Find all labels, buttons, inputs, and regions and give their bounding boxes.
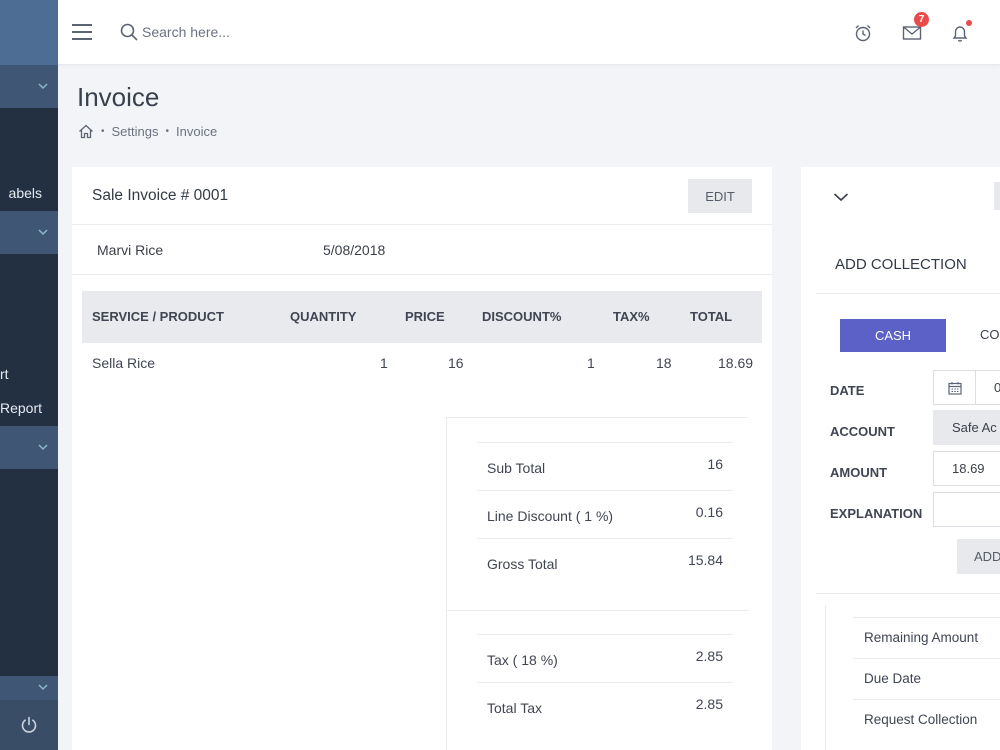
- subtotal-row: Sub Total 16: [477, 442, 733, 490]
- subtotal-value: 16: [707, 456, 723, 472]
- total-tax-row: Total Tax 2.85: [477, 682, 733, 730]
- sidebar: abels rt Report: [0, 0, 58, 750]
- power-button[interactable]: [0, 700, 58, 750]
- tab-cash[interactable]: CASH: [840, 319, 946, 352]
- total-tax-value: 2.85: [695, 696, 723, 712]
- collection-card: ADD COLLECTION CASH CO DATE 0 ACCOUNT Sa…: [801, 167, 1000, 750]
- sidebar-group-4[interactable]: [0, 676, 58, 700]
- account-value: Safe Ac: [952, 420, 997, 435]
- chevron-down-icon: [38, 228, 48, 235]
- remaining-amount-label: Remaining Amount: [864, 630, 979, 645]
- sidebar-group-3[interactable]: [0, 426, 58, 469]
- gross-total-row: Gross Total 15.84: [477, 538, 733, 586]
- sidebar-logo-area: [0, 0, 58, 65]
- subtotal-label: Sub Total: [487, 460, 546, 476]
- date-label: DATE: [830, 383, 865, 398]
- power-icon: [21, 716, 37, 733]
- menu-icon[interactable]: [72, 24, 92, 40]
- collection-title: ADD COLLECTION: [835, 256, 967, 273]
- invoice-header: Sale Invoice # 0001 EDIT: [72, 167, 772, 225]
- notification-dot: [966, 20, 972, 26]
- edit-button[interactable]: EDIT: [688, 179, 752, 213]
- date-value: 0: [994, 380, 1000, 395]
- col-quantity: QUANTITY: [290, 309, 357, 324]
- due-date-label: Due Date: [864, 671, 922, 686]
- search-input[interactable]: [142, 20, 442, 44]
- gross-total-value: 15.84: [687, 552, 723, 568]
- account-select[interactable]: Safe Ac: [933, 410, 1000, 445]
- invoice-title: Sale Invoice # 0001: [92, 187, 229, 204]
- breadcrumb: • Settings • Invoice: [78, 124, 217, 139]
- col-product: SERVICE / PRODUCT: [92, 309, 224, 324]
- sidebar-group-1[interactable]: [0, 65, 58, 108]
- invoice-date: 5/08/2018: [323, 242, 386, 258]
- search-icon: [120, 23, 138, 41]
- cell-tax: 18: [656, 355, 672, 371]
- request-collection-row[interactable]: Request Collection: [853, 699, 1000, 740]
- chevron-down-icon: [38, 684, 48, 691]
- divider: [816, 593, 1000, 594]
- collection-action-button[interactable]: [994, 182, 1000, 210]
- tax-label: Tax ( 18 %): [487, 652, 558, 668]
- col-discount: DISCOUNT%: [482, 309, 562, 324]
- customer-name: Marvi Rice: [97, 242, 164, 258]
- cell-discount: 1: [587, 355, 595, 371]
- total-tax-label: Total Tax: [487, 700, 542, 716]
- calendar-icon: [934, 371, 976, 404]
- cell-price: 16: [448, 355, 464, 371]
- sidebar-group-2[interactable]: [0, 211, 58, 254]
- add-button[interactable]: ADD: [957, 539, 1000, 574]
- due-date-row: Due Date: [853, 658, 1000, 699]
- col-total: TOTAL: [690, 309, 733, 324]
- col-tax: TAX%: [613, 309, 650, 324]
- breadcrumb-invoice: Invoice: [176, 124, 218, 139]
- divider: [447, 610, 749, 611]
- request-collection-label[interactable]: Request Collection: [864, 712, 977, 727]
- sidebar-item-rt[interactable]: rt: [0, 366, 9, 382]
- chevron-down-icon: [38, 443, 48, 450]
- cell-product: Sella Rice: [92, 355, 156, 371]
- page-title: Invoice: [77, 82, 160, 112]
- col-price: PRICE: [405, 309, 445, 324]
- invoice-card: Sale Invoice # 0001 EDIT Marvi Rice 5/08…: [72, 167, 772, 750]
- amount-label: AMOUNT: [830, 465, 888, 480]
- alarm-clock-icon[interactable]: [852, 22, 874, 44]
- divider: [816, 293, 1000, 294]
- date-field[interactable]: 0: [933, 370, 1000, 405]
- explanation-label: EXPLANATION: [830, 506, 923, 521]
- totals-panel: Sub Total 16 Line Discount ( 1 %) 0.16 G…: [446, 417, 749, 750]
- cell-quantity: 1: [380, 355, 388, 371]
- mail-count-badge: 7: [914, 12, 929, 27]
- remaining-amount-row: Remaining Amount: [853, 617, 1000, 658]
- breadcrumb-settings[interactable]: Settings: [112, 124, 159, 139]
- chevron-down-icon: [38, 82, 48, 89]
- sidebar-item-report[interactable]: Report: [0, 400, 42, 416]
- table-row[interactable]: Sella Rice 1 16 1 18 18.69: [82, 343, 762, 383]
- table-header: SERVICE / PRODUCT QUANTITY PRICE DISCOUN…: [82, 291, 762, 343]
- amount-input[interactable]: 18.69: [933, 451, 1000, 486]
- gross-total-label: Gross Total: [487, 556, 558, 572]
- account-label: ACCOUNT: [830, 424, 895, 439]
- cell-total: 18.69: [718, 355, 754, 371]
- tab-co[interactable]: CO: [980, 327, 1000, 342]
- customer-row: Marvi Rice 5/08/2018: [72, 225, 772, 275]
- tax-value: 2.85: [695, 648, 723, 664]
- amount-value: 18.69: [952, 461, 985, 476]
- chevron-down-icon[interactable]: [833, 191, 849, 203]
- topbar: 7: [58, 0, 1000, 65]
- explanation-input[interactable]: [933, 492, 1000, 527]
- line-discount-row: Line Discount ( 1 %) 0.16: [477, 490, 733, 538]
- line-discount-value: 0.16: [695, 504, 723, 520]
- tax-row: Tax ( 18 %) 2.85: [477, 634, 733, 682]
- home-icon[interactable]: [78, 124, 94, 139]
- line-discount-label: Line Discount ( 1 %): [487, 508, 614, 524]
- sidebar-item-labels[interactable]: abels: [9, 185, 42, 201]
